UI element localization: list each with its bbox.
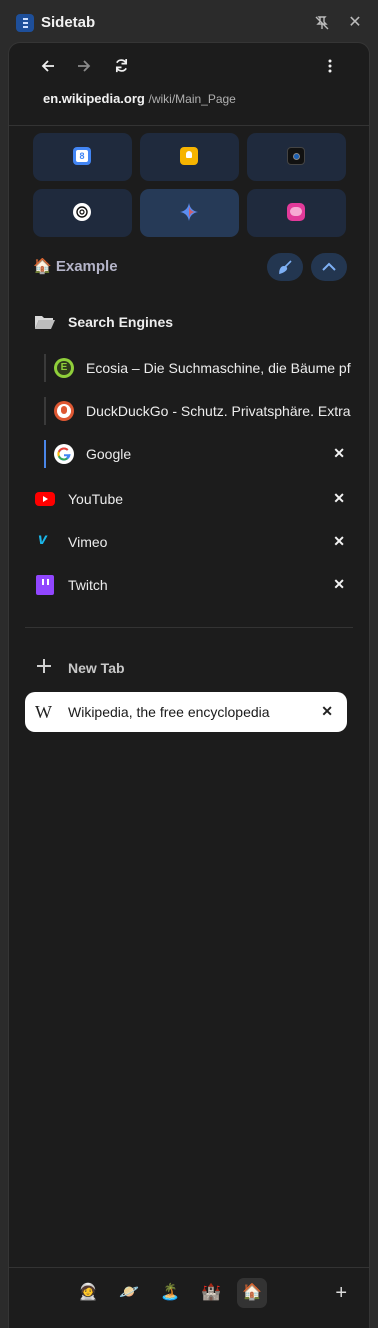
active-tree-line <box>44 440 46 468</box>
window-titlebar: Sidetab ✕ <box>0 0 378 44</box>
collapse-space-button[interactable] <box>311 253 347 281</box>
favorite-chatgpt[interactable] <box>33 189 132 237</box>
sidetab-app-icon <box>16 14 34 32</box>
favorite-camera-app[interactable] <box>247 133 346 181</box>
favorite-gemini[interactable] <box>140 189 239 237</box>
duckduckgo-icon <box>54 401 74 421</box>
close-tab-icon[interactable]: ✕ <box>333 445 345 462</box>
forward-arrow-icon[interactable] <box>71 53 97 79</box>
chat-bubble-icon <box>287 203 305 221</box>
favorite-google-calendar[interactable]: 8 <box>33 133 132 181</box>
tab-twitch[interactable]: Twitch ✕ <box>9 565 369 605</box>
openai-icon <box>73 203 91 221</box>
tab-google[interactable]: Google ✕ <box>9 434 369 474</box>
tab-youtube[interactable]: YouTube ✕ <box>9 479 369 519</box>
pinned-divider <box>25 627 353 628</box>
tree-line <box>44 397 46 425</box>
folder-open-icon <box>34 313 56 336</box>
add-space-button[interactable]: + <box>335 1282 347 1305</box>
vimeo-icon: v <box>38 531 47 548</box>
tree-line <box>44 354 46 382</box>
close-tab-icon[interactable]: ✕ <box>321 703 333 720</box>
tab-title: Google <box>86 446 132 462</box>
url-bar[interactable]: en.wikipedia.org /wiki/Main_Page <box>43 91 236 106</box>
new-tab-button[interactable]: New Tab <box>9 647 369 687</box>
url-path: /wiki/Main_Page <box>148 92 236 106</box>
spaces-bar: 🧑‍🚀 🪐 🏝️ 🏰 🏠 + <box>9 1267 369 1328</box>
broom-icon <box>279 260 292 275</box>
space-home[interactable]: 🏠 <box>237 1278 267 1308</box>
space-header: 🏠 Example <box>33 257 118 275</box>
keep-lightbulb-icon <box>180 147 198 165</box>
space-island[interactable]: 🏝️ <box>155 1278 185 1308</box>
unpin-icon[interactable] <box>311 12 333 34</box>
tab-title: Vimeo <box>68 534 108 550</box>
house-icon: 🏠 <box>33 258 52 275</box>
space-astronaut[interactable]: 🧑‍🚀 <box>73 1278 103 1308</box>
space-castle[interactable]: 🏰 <box>196 1278 226 1308</box>
gemini-sparkle-icon <box>180 203 198 221</box>
space-planet[interactable]: 🪐 <box>114 1278 144 1308</box>
close-window-button[interactable]: ✕ <box>344 12 366 34</box>
ecosia-icon: E <box>54 358 74 378</box>
space-title: Example <box>55 258 118 275</box>
new-tab-label: New Tab <box>68 660 125 676</box>
url-host: en.wikipedia.org <box>43 91 145 106</box>
close-tab-icon[interactable]: ✕ <box>333 490 345 507</box>
wikipedia-icon: W <box>35 702 52 722</box>
folder-search-engines[interactable]: Search Engines <box>9 302 369 342</box>
folder-title: Search Engines <box>68 314 174 330</box>
tab-vimeo[interactable]: v Vimeo ✕ <box>9 522 369 562</box>
more-vertical-icon[interactable] <box>317 53 343 79</box>
url-divider <box>9 125 369 126</box>
tab-title: Wikipedia, the free encyclopedia <box>68 704 270 720</box>
camera-lens-icon <box>287 147 305 165</box>
tab-title: Ecosia – Die Suchmaschine, die Bäume pfl <box>86 360 351 376</box>
favorite-google-keep[interactable] <box>140 133 239 181</box>
plus-icon <box>36 653 52 681</box>
tab-title: YouTube <box>68 491 124 507</box>
favorite-chat-app[interactable] <box>247 189 346 237</box>
close-tab-icon[interactable]: ✕ <box>333 533 345 550</box>
sidebar-panel: en.wikipedia.org /wiki/Main_Page 8 🏠 Exa… <box>8 42 370 1328</box>
twitch-icon <box>36 575 54 595</box>
reload-icon[interactable] <box>108 53 134 79</box>
tab-ecosia[interactable]: E Ecosia – Die Suchmaschine, die Bäume p… <box>9 348 369 388</box>
clean-tabs-button[interactable] <box>267 253 303 281</box>
chevron-up-icon <box>322 262 336 271</box>
calendar-icon: 8 <box>73 147 91 165</box>
close-tab-icon[interactable]: ✕ <box>333 576 345 593</box>
app-title: Sidetab <box>41 14 96 31</box>
tab-wikipedia-active[interactable]: W Wikipedia, the free encyclopedia ✕ <box>25 692 347 732</box>
tab-title: Twitch <box>68 577 108 593</box>
google-icon <box>54 444 74 464</box>
tab-duckduckgo[interactable]: DuckDuckGo - Schutz. Privatsphäre. Extra <box>9 391 369 431</box>
back-arrow-icon[interactable] <box>35 53 61 79</box>
youtube-icon <box>35 492 55 506</box>
tab-title: DuckDuckGo - Schutz. Privatsphäre. Extra <box>86 403 351 419</box>
